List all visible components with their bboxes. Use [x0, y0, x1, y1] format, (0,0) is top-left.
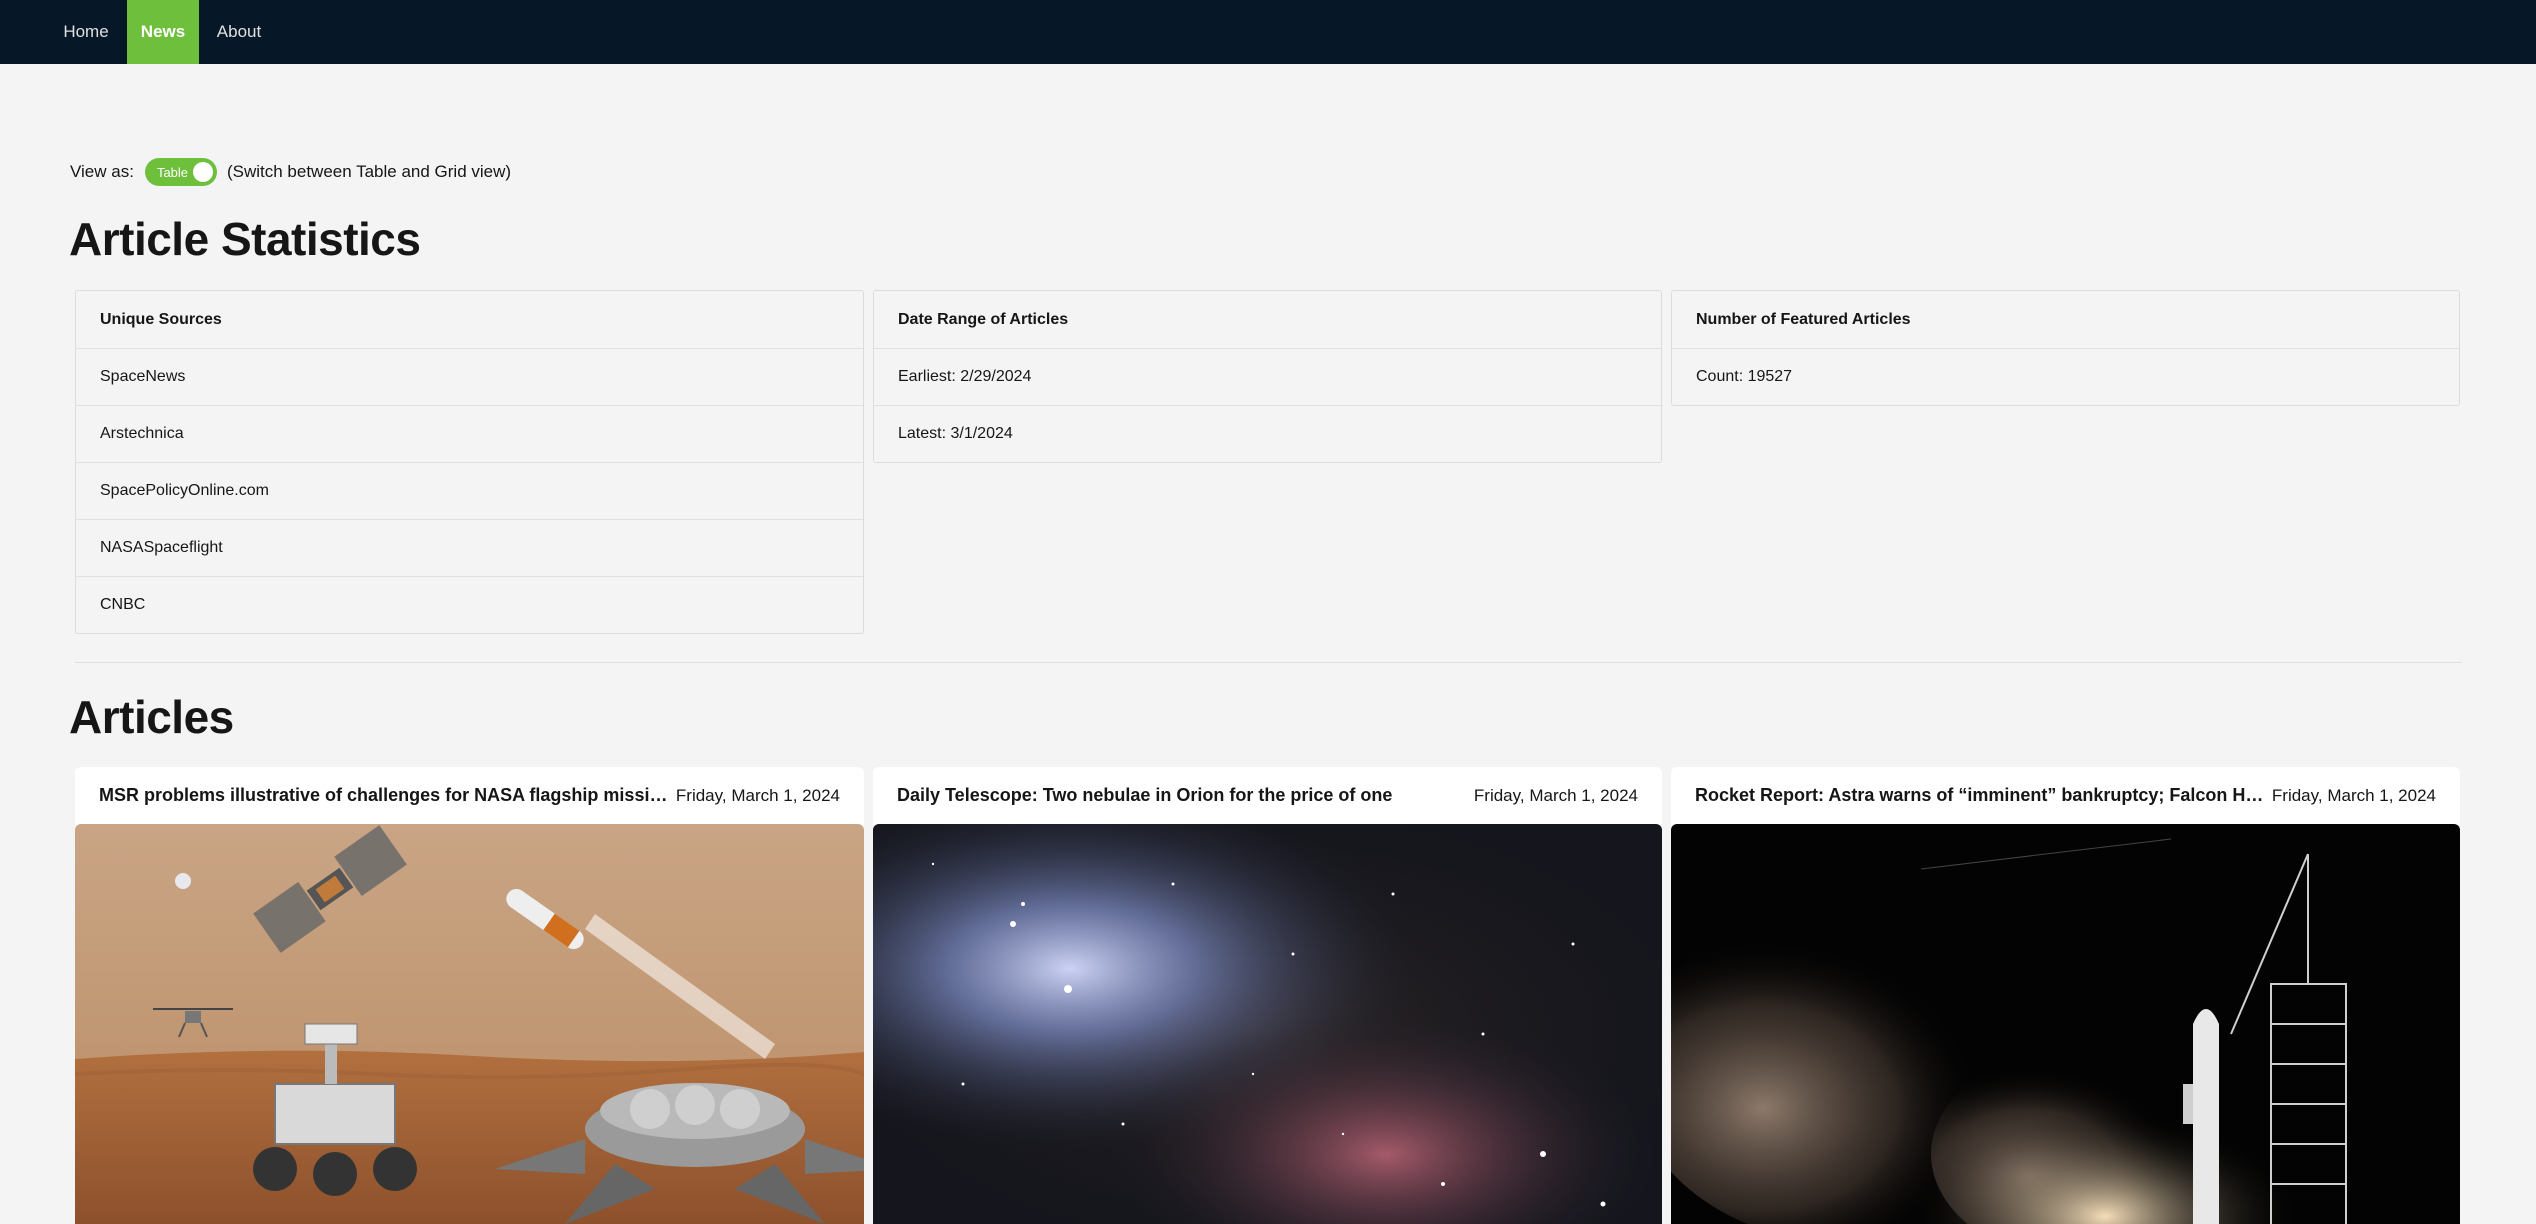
- source-item: NASASpaceflight: [76, 519, 863, 576]
- view-toggle-switch[interactable]: Table: [144, 158, 217, 186]
- article-header: Rocket Report: Astra warns of “imminent”…: [1671, 767, 2460, 824]
- view-toggle-row: View as: Table (Switch between Table and…: [70, 158, 511, 186]
- section-divider: [75, 662, 2462, 663]
- earliest-date: Earliest: 2/29/2024: [874, 348, 1661, 405]
- source-item: Arstechnica: [76, 405, 863, 462]
- article-date: Friday, March 1, 2024: [1473, 785, 1638, 805]
- orion-nebula-photo: [873, 824, 1662, 1224]
- article-image[interactable]: [873, 824, 1662, 1224]
- unique-sources-card: Unique Sources SpaceNews Arstechnica Spa…: [75, 290, 864, 634]
- article-date: Friday, March 1, 2024: [675, 785, 840, 805]
- article-title[interactable]: MSR problems illustrative of challenges …: [99, 785, 676, 806]
- source-item: CNBC: [76, 576, 863, 633]
- unique-sources-header: Unique Sources: [100, 310, 222, 328]
- statistics-title: Article Statistics: [69, 213, 421, 265]
- article-image[interactable]: [1671, 824, 2460, 1224]
- view-hint: (Switch between Table and Grid view): [226, 162, 512, 181]
- source-item: SpacePolicyOnline.com: [76, 462, 863, 519]
- article-image[interactable]: [75, 824, 864, 1224]
- featured-header: Number of Featured Articles: [1696, 310, 1911, 328]
- rocket-launch-photo: [1671, 824, 2460, 1224]
- article-title[interactable]: Daily Telescope: Two nebulae in Orion fo…: [897, 785, 1392, 806]
- nav-home[interactable]: Home: [45, 0, 127, 64]
- article-card[interactable]: Daily Telescope: Two nebulae in Orion fo…: [873, 767, 1662, 1224]
- toggle-label: Table: [156, 164, 189, 180]
- article-title[interactable]: Rocket Report: Astra warns of “imminent”…: [1695, 785, 2272, 806]
- toggle-knob: [192, 162, 213, 182]
- featured-count: Count: 19527: [1672, 348, 2459, 405]
- articles-title: Articles: [69, 691, 234, 743]
- mars-sample-return-illustration: [75, 824, 864, 1224]
- latest-date: Latest: 3/1/2024: [874, 405, 1661, 462]
- nav-about[interactable]: About: [199, 0, 279, 64]
- article-date: Friday, March 1, 2024: [2271, 785, 2436, 805]
- date-range-header: Date Range of Articles: [898, 310, 1069, 328]
- article-header: MSR problems illustrative of challenges …: [75, 767, 864, 824]
- source-item: SpaceNews: [76, 348, 863, 405]
- article-card[interactable]: Rocket Report: Astra warns of “imminent”…: [1671, 767, 2460, 1224]
- article-card[interactable]: MSR problems illustrative of challenges …: [75, 767, 864, 1224]
- view-as-label: View as:: [70, 162, 134, 181]
- nav-news[interactable]: News: [127, 0, 199, 64]
- date-range-card: Date Range of Articles Earliest: 2/29/20…: [873, 290, 1662, 463]
- top-nav: Home News About: [0, 0, 2536, 64]
- featured-count-card: Number of Featured Articles Count: 19527: [1671, 290, 2460, 406]
- article-header: Daily Telescope: Two nebulae in Orion fo…: [873, 767, 1662, 824]
